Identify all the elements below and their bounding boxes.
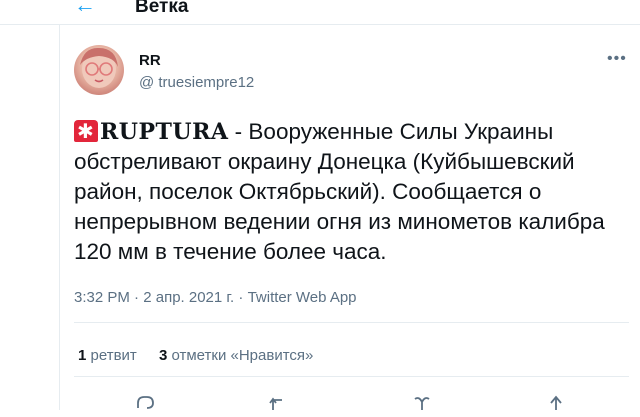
meta-separator: · — [129, 289, 144, 306]
tweet-time[interactable]: 3:32 PM — [74, 289, 130, 306]
divider — [74, 322, 629, 323]
page-title: Ветка — [135, 0, 189, 17]
brand-name[interactable]: RUPTURA — [100, 119, 228, 145]
back-button[interactable]: ← — [74, 0, 104, 20]
retweets-label: ретвит — [90, 347, 137, 364]
retweets-count: 1 — [78, 347, 87, 364]
avatar[interactable] — [74, 45, 124, 95]
likes-count: 3 — [158, 347, 168, 364]
arrow-left-icon: ← — [74, 0, 96, 17]
tweet: RR @ truesiempre12 ••• RUPTURA - Вооруже… — [59, 24, 640, 410]
retweet-icon — [269, 397, 282, 410]
like-icon — [414, 397, 430, 410]
more-dots-icon: ••• — [607, 50, 627, 67]
tweet-source[interactable]: Twitter Web App — [248, 289, 357, 306]
meta-separator: · — [234, 289, 248, 306]
tweet-date[interactable]: 2 апр. 2021 г. — [143, 289, 234, 306]
author-handle[interactable]: @ truesiempre12 — [139, 74, 254, 91]
tweet-stats: 1 ретвит 3 отметки «Нравится» — [78, 347, 331, 364]
siren-icon — [74, 117, 98, 147]
like-button[interactable] — [407, 394, 437, 410]
tweet-text: RUPTURA - Вооруженные Силы Украины обстр… — [74, 117, 634, 267]
retweet-button[interactable] — [263, 394, 293, 410]
likes-stat[interactable]: 3 отметки «Нравится» — [159, 347, 313, 364]
likes-label: отметки «Нравится» — [171, 347, 314, 364]
tweet-actions — [60, 394, 640, 410]
avatar-image — [80, 47, 118, 88]
divider — [74, 376, 629, 377]
reply-button[interactable] — [130, 394, 160, 410]
share-icon — [550, 395, 562, 410]
reply-icon — [137, 396, 154, 409]
author-name[interactable]: RR — [139, 52, 161, 69]
top-bar: ← Ветка — [0, 0, 640, 25]
share-button[interactable] — [541, 394, 571, 410]
retweets-stat[interactable]: 1 ретвит — [78, 347, 137, 364]
tweet-meta: 3:32 PM · 2 апр. 2021 г. · Twitter Web A… — [74, 289, 357, 306]
more-options-button[interactable]: ••• — [607, 50, 631, 70]
